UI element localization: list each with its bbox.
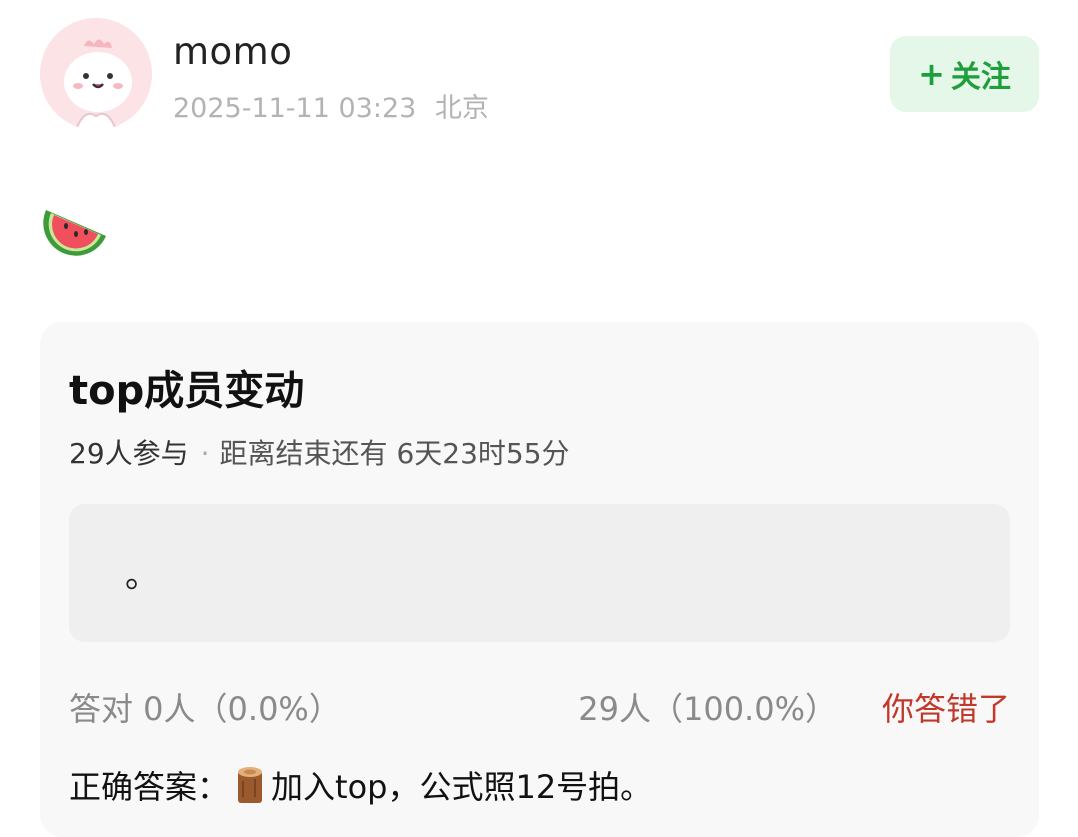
- avatar[interactable]: [40, 18, 152, 130]
- time-remaining: 距离结束还有 6天23时55分: [219, 437, 570, 470]
- username[interactable]: momo: [173, 30, 292, 73]
- avatar-character-icon: [40, 18, 152, 130]
- quiz-option[interactable]: 。: [69, 504, 1010, 642]
- separator-dot: ·: [200, 437, 210, 470]
- watermelon-icon: [42, 196, 112, 256]
- answer-text: 加入top，公式照12号拍。: [271, 768, 653, 806]
- log-icon: [233, 765, 269, 805]
- correct-stat: 答对 0人（0.0%）: [69, 690, 341, 728]
- verdict-text: 你答错了: [881, 690, 1010, 728]
- follow-button[interactable]: + 关注: [890, 36, 1039, 112]
- quiz-title: top成员变动: [69, 368, 305, 414]
- option-text: 。: [125, 556, 159, 596]
- correct-answer-row: 正确答案： 加入top，公式照12号拍。: [69, 762, 652, 808]
- wrong-stat: 29人（100.0%）: [578, 690, 837, 728]
- post-meta: 2025-11-11 03:23 北京: [173, 86, 489, 125]
- quiz-stats: 29人参与 · 距离结束还有 6天23时55分: [69, 432, 570, 472]
- post-timestamp: 2025-11-11 03:23: [173, 93, 417, 124]
- answer-label: 正确答案：: [69, 768, 230, 806]
- result-row: 答对 0人（0.0%） 29人（100.0%） 你答错了: [69, 684, 1010, 730]
- plus-icon: +: [918, 55, 945, 93]
- quiz-card: top成员变动 29人参与 · 距离结束还有 6天23时55分 。 答对 0人（0.…: [40, 322, 1039, 837]
- participant-count: 29人参与: [69, 437, 189, 470]
- follow-label: 关注: [950, 60, 1011, 95]
- post-location: 北京: [434, 93, 489, 124]
